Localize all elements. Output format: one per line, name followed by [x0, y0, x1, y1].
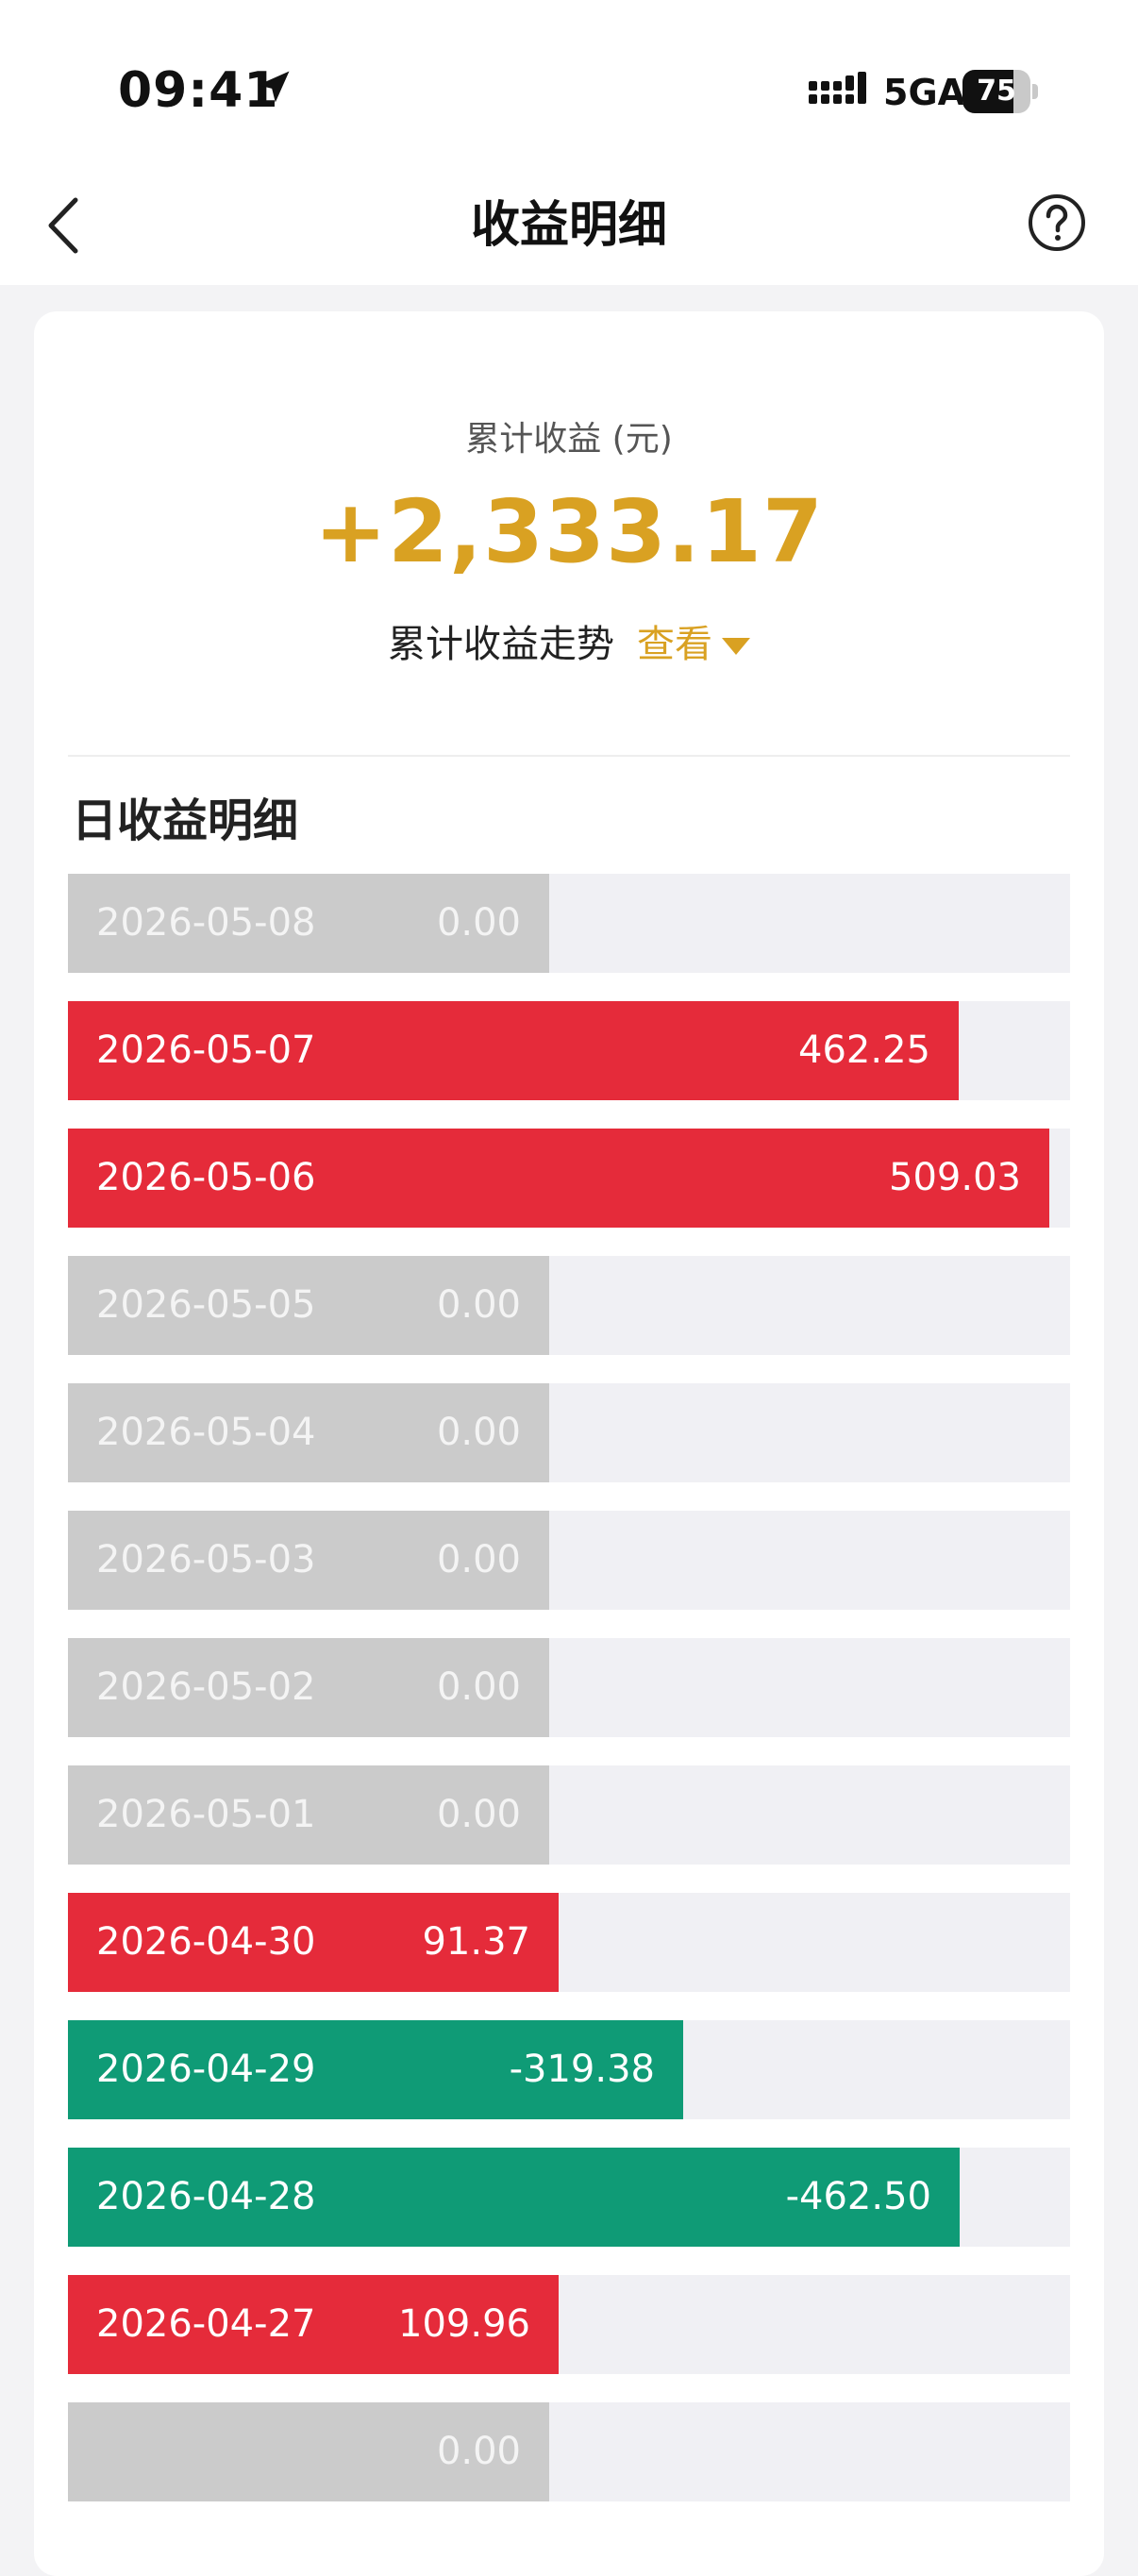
daily-earnings-list: 2026-05-08 0.00 2026-05-07 462.25 2026-05-06… [68, 874, 1070, 2530]
row-value: 509.03 [889, 1156, 1021, 1199]
row-value: 109.96 [398, 2302, 530, 2346]
row-value: 0.00 [436, 901, 521, 945]
daily-earnings-row[interactable]: 2026-05-02 0.00 [68, 1638, 1070, 1737]
help-icon[interactable] [1027, 192, 1087, 253]
daily-earnings-row[interactable]: 2026-05-06 509.03 [68, 1129, 1070, 1228]
battery-level: 75 [977, 75, 1016, 108]
row-date: 2026-05-06 [96, 1156, 316, 1199]
view-trend-button[interactable]: 查看 [637, 623, 750, 666]
daily-earnings-row[interactable]: 2026-05-05 0.00 [68, 1256, 1070, 1355]
status-bar: 09:41 5GA 75 [0, 0, 1138, 170]
row-date: 2026-05-03 [96, 1538, 316, 1581]
daily-earnings-row[interactable]: 2026-05-04 0.00 [68, 1383, 1070, 1482]
cellular-signal-icon [809, 72, 866, 104]
row-value: -462.50 [785, 2175, 931, 2218]
row-value: 0.00 [436, 1538, 521, 1581]
row-date: 2026-05-07 [96, 1029, 316, 1072]
nav-bar: 收益明细 [0, 170, 1138, 285]
row-date: 2026-04-27 [96, 2302, 316, 2346]
row-value: -319.38 [509, 2048, 655, 2091]
row-value: 0.00 [436, 1283, 521, 1327]
trend-row: 累计收益走势 查看 [34, 613, 1104, 668]
row-value: 0.00 [436, 2430, 521, 2473]
row-date: 2026-05-01 [96, 1793, 316, 1836]
row-date: 2026-05-08 [96, 901, 316, 945]
total-earnings-value: +2,333.17 [313, 481, 825, 582]
row-value: 0.00 [436, 1793, 521, 1836]
trend-label: 累计收益走势 [388, 623, 614, 666]
row-value: 91.37 [422, 1920, 530, 1964]
earnings-card: 累计收益 (元) +2,333.17 累计收益走势 查看 日收益明细 2026-0… [34, 311, 1104, 2576]
daily-earnings-row[interactable]: 2026-05-03 0.00 [68, 1511, 1070, 1610]
row-date: 2026-04-30 [96, 1920, 316, 1964]
location-arrow-icon [258, 71, 290, 103]
caret-down-icon [722, 638, 750, 655]
view-trend-label: 查看 [637, 623, 712, 666]
page-title: 收益明细 [470, 197, 667, 254]
daily-earnings-row[interactable]: 2026-05-07 462.25 [68, 1001, 1070, 1100]
row-value: 462.25 [798, 1029, 930, 1072]
daily-earnings-row[interactable]: 2026-04-27 109.96 [68, 2275, 1070, 2374]
daily-earnings-row[interactable]: 2026-04-30 91.37 [68, 1893, 1070, 1992]
row-value: 0.00 [436, 1411, 521, 1454]
row-date: 2026-05-02 [96, 1665, 316, 1709]
row-date: 2026-04-28 [96, 2175, 316, 2218]
network-type: 5GA [883, 72, 966, 113]
daily-earnings-row[interactable]: 2026-05-01 0.00 [68, 1765, 1070, 1865]
row-date: 2026-04-29 [96, 2048, 316, 2091]
daily-earnings-row[interactable]: 2026-04-28 -462.50 [68, 2148, 1070, 2247]
daily-earnings-row[interactable]: 2026-04-29 -319.38 [68, 2020, 1070, 2119]
row-date: 2026-05-04 [96, 1411, 316, 1454]
daily-earnings-row[interactable]: 0.00 [68, 2402, 1070, 2501]
total-earnings-label: 累计收益 (元) [465, 420, 673, 459]
row-value: 0.00 [436, 1665, 521, 1709]
daily-earnings-row[interactable]: 2026-05-08 0.00 [68, 874, 1070, 973]
divider [68, 755, 1070, 757]
battery-icon: 75 [962, 70, 1038, 113]
daily-earnings-title: 日收益明细 [72, 795, 299, 847]
row-date: 2026-05-05 [96, 1283, 316, 1327]
